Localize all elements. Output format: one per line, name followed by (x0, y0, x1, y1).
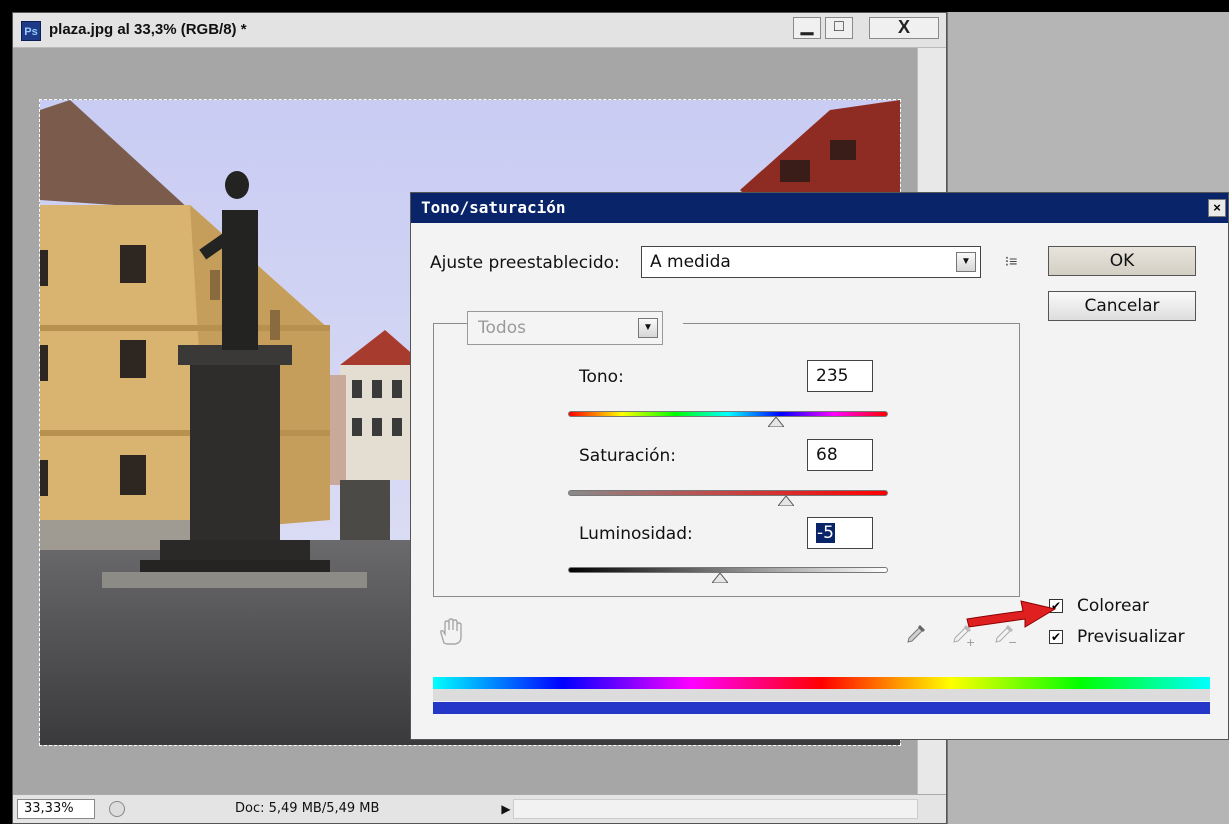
maximize-button[interactable]: □ (825, 17, 853, 39)
svg-text:+: + (966, 636, 975, 647)
status-info-icon[interactable] (109, 801, 125, 817)
lightness-value-selected: -5 (816, 523, 835, 543)
adjusted-color-bar (433, 702, 1210, 714)
adjustment-group (433, 323, 1020, 597)
preset-select[interactable]: A medida ▼ (641, 246, 981, 278)
chevron-down-icon[interactable]: ▼ (956, 252, 976, 272)
saturation-input[interactable]: 68 (807, 439, 873, 471)
cancel-button[interactable]: Cancelar (1048, 291, 1196, 321)
lightness-slider-thumb[interactable] (712, 573, 728, 583)
hue-saturation-dialog: Tono/saturación × Ajuste preestablecido:… (410, 192, 1229, 740)
edit-range-select-wrap: Todos ▼ (467, 311, 683, 345)
minimize-button[interactable]: ▁ (793, 17, 821, 39)
dialog-close-button[interactable]: × (1208, 199, 1226, 217)
hue-label: Tono: (579, 367, 624, 387)
spectrum-separator (433, 689, 1210, 701)
lightness-input[interactable]: -5 (807, 517, 873, 549)
photoshop-icon: Ps (21, 21, 41, 41)
hue-input[interactable]: 235 (807, 360, 873, 392)
colorize-label: Colorear (1077, 596, 1149, 616)
saturation-slider-thumb[interactable] (777, 496, 794, 506)
document-title: plaza.jpg al 33,3% (RGB/8) * (49, 21, 247, 38)
document-size: Doc: 5,49 MB/5,49 MB (235, 801, 380, 816)
status-bar: 33,33% Doc: 5,49 MB/5,49 MB ▶ (13, 794, 946, 823)
close-document-button[interactable]: X (869, 17, 939, 39)
zoom-field[interactable]: 33,33% (17, 799, 95, 819)
eyedropper-icon[interactable] (905, 621, 929, 645)
dialog-title: Tono/saturación (421, 198, 566, 217)
edit-range-select[interactable]: Todos ▼ (467, 311, 663, 345)
ok-button[interactable]: OK (1048, 246, 1196, 276)
horizontal-scrollbar[interactable] (513, 799, 918, 819)
dialog-title-bar[interactable]: Tono/saturación (411, 193, 1228, 223)
preview-label: Previsualizar (1077, 627, 1185, 647)
svg-text:−: − (1008, 636, 1017, 647)
color-spectrum-bar (433, 677, 1210, 689)
document-title-bar[interactable]: Ps plaza.jpg al 33,3% (RGB/8) * ▁ □ X (13, 13, 946, 48)
annotation-arrow-icon (963, 593, 1063, 633)
saturation-label: Saturación: (579, 446, 677, 466)
lightness-label: Luminosidad: (579, 524, 693, 544)
saturation-slider-track[interactable] (568, 490, 888, 496)
lightness-slider-track[interactable] (568, 567, 888, 573)
preset-value: A medida (650, 252, 731, 272)
chevron-down-icon[interactable]: ▼ (638, 318, 658, 338)
hand-adjust-icon[interactable] (435, 617, 469, 647)
hue-slider-track[interactable] (568, 411, 888, 417)
preset-label: Ajuste preestablecido: (430, 253, 620, 273)
hue-slider-thumb[interactable] (768, 417, 784, 427)
preset-options-icon[interactable]: ⁝≡ (1001, 253, 1021, 271)
edit-range-value: Todos (478, 318, 526, 338)
